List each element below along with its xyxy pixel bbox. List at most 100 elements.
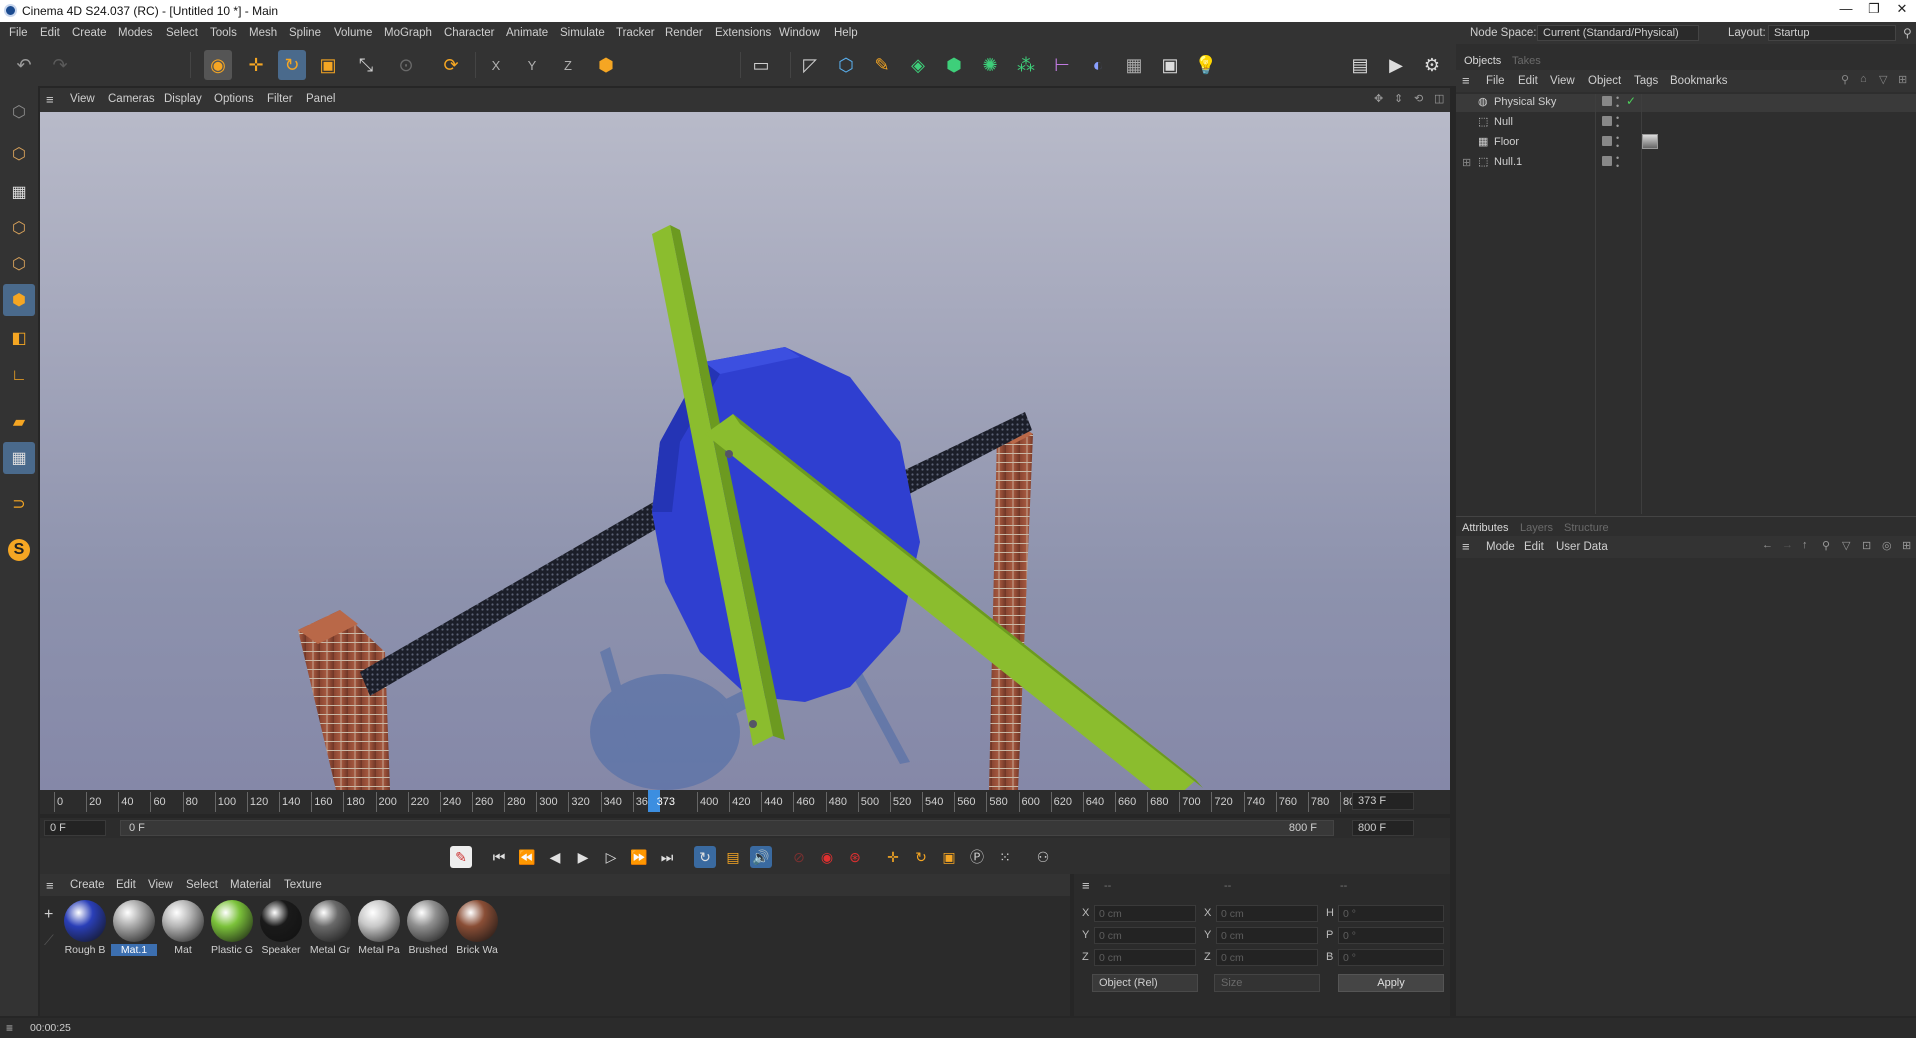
material-tag-icon[interactable] <box>1642 134 1658 149</box>
enabled-check-icon[interactable]: ✓ <box>1626 94 1636 108</box>
object-menu-view[interactable]: View <box>1550 75 1575 87</box>
pen-icon[interactable]: ✎ <box>868 50 896 80</box>
visibility-dots-icon[interactable]: • • <box>1616 134 1619 151</box>
spline-pen-icon[interactable]: ◸ <box>796 50 824 80</box>
motion-system-icon[interactable]: ⚇ <box>1032 846 1054 868</box>
move-tool-icon[interactable]: ✛ <box>242 50 270 80</box>
object-menu-object[interactable]: Object <box>1588 75 1621 87</box>
menu-tracker[interactable]: Tracker <box>616 27 655 39</box>
layout-select[interactable]: Startup <box>1768 25 1896 41</box>
object-row[interactable]: ⬚ Null • • <box>1478 114 1908 132</box>
viewport-menu-filter[interactable]: Filter <box>267 93 293 105</box>
attributes-menu-user-data[interactable]: User Data <box>1556 541 1608 553</box>
cloner-icon[interactable]: ✺ <box>976 50 1004 80</box>
uv-mode-icon[interactable]: ◧ <box>3 322 35 354</box>
scale-tool-icon[interactable]: ▣ <box>314 50 342 80</box>
object-search-icon[interactable]: ⚲ <box>1841 73 1849 86</box>
menu-tools[interactable]: Tools <box>210 27 237 39</box>
attributes-menu-mode[interactable]: Mode <box>1486 541 1515 553</box>
pan-icon[interactable]: ✥ <box>1374 92 1383 105</box>
layer-edit-icon[interactable] <box>1602 156 1612 166</box>
object-name[interactable]: Null.1 <box>1494 156 1522 168</box>
menu-volume[interactable]: Volume <box>334 27 372 39</box>
render-settings-icon[interactable]: ⚙ <box>1418 50 1446 80</box>
menu-extensions[interactable]: Extensions <box>715 27 771 39</box>
object-row[interactable]: ⊞ ⬚ Null.1 • • <box>1462 154 1908 172</box>
object-home-icon[interactable]: ⌂ <box>1860 73 1867 85</box>
tab-layers[interactable]: Layers <box>1520 522 1553 534</box>
play-icon[interactable]: ▶ <box>572 846 594 868</box>
previous-key-icon[interactable]: ⏪ <box>516 846 538 868</box>
start-frame-field[interactable]: 0 F <box>44 820 106 836</box>
attributes-new-window-icon[interactable]: ⊞ <box>1902 539 1911 552</box>
range-slider[interactable]: 0 F 800 F <box>120 820 1334 836</box>
next-frame-icon[interactable]: ▷ <box>600 846 622 868</box>
menu-create[interactable]: Create <box>72 27 107 39</box>
material-menu-material[interactable]: Material <box>230 879 271 891</box>
material-swatch[interactable]: Speaker <box>258 900 304 956</box>
layer-edit-icon[interactable] <box>1602 136 1612 146</box>
rot-h-field[interactable]: 0 ° <box>1338 905 1444 922</box>
material-swatch[interactable]: Metal Pa <box>356 900 402 956</box>
field-icon[interactable]: ◐ <box>1084 50 1112 80</box>
menu-edit[interactable]: Edit <box>40 27 60 39</box>
place-tool-icon[interactable]: ⊙ <box>392 50 420 80</box>
attributes-hamburger-icon[interactable]: ≡ <box>1462 539 1470 554</box>
attributes-menu-edit[interactable]: Edit <box>1524 541 1544 553</box>
key-position-icon[interactable]: ✛ <box>882 846 904 868</box>
coordinate-mode-select[interactable]: Object (Rel) <box>1092 974 1198 992</box>
material-swatch[interactable]: Plastic G <box>209 900 255 956</box>
key-param-icon[interactable]: Ⓟ <box>966 846 988 868</box>
magnet-snap-icon[interactable]: ⊃ <box>3 488 35 520</box>
object-filter-icon[interactable]: ▽ <box>1879 73 1887 86</box>
pos-x-field[interactable]: 0 cm <box>1094 905 1196 922</box>
menu-mesh[interactable]: Mesh <box>249 27 277 39</box>
rotate-tool-icon[interactable]: ↻ <box>278 50 306 80</box>
pos-z-field[interactable]: 0 cm <box>1094 949 1196 966</box>
size-y-field[interactable]: 0 cm <box>1216 927 1318 944</box>
menu-select[interactable]: Select <box>166 27 198 39</box>
object-row[interactable]: ◍ Physical Sky • • ✓ <box>1478 94 1908 112</box>
subdivision-icon[interactable]: ◈ <box>904 50 932 80</box>
dolly-icon[interactable]: ⇕ <box>1394 92 1403 105</box>
object-name[interactable]: Floor <box>1494 136 1519 148</box>
camera-icon[interactable]: ▣ <box>1156 50 1184 80</box>
script-icon[interactable]: S <box>3 534 35 566</box>
sound-icon[interactable]: 🔊 <box>750 846 772 868</box>
go-to-start-icon[interactable]: ⏮ <box>488 846 510 868</box>
make-editable-icon[interactable]: ⬡ <box>3 96 35 128</box>
maximize-icon[interactable]: ❐ <box>1864 1 1884 17</box>
object-name[interactable]: Null <box>1494 116 1513 128</box>
viewport-menu-panel[interactable]: Panel <box>306 93 335 105</box>
menu-window[interactable]: Window <box>779 27 820 39</box>
workplane-icon[interactable]: ▰ <box>3 406 35 438</box>
rot-p-field[interactable]: 0 ° <box>1338 927 1444 944</box>
material-menu-edit[interactable]: Edit <box>116 879 136 891</box>
z-axis-lock-icon[interactable]: Z <box>554 50 582 80</box>
material-swatch[interactable]: Mat <box>160 900 206 956</box>
tab-objects[interactable]: Objects <box>1464 55 1501 67</box>
add-material-icon[interactable]: + <box>44 906 53 924</box>
size-mode-select[interactable]: Size <box>1214 974 1320 992</box>
viewport-menu-display[interactable]: Display <box>164 93 202 105</box>
cube-icon[interactable]: ⬡ <box>832 50 860 80</box>
expand-icon[interactable]: ⊞ <box>1462 156 1471 169</box>
menu-character[interactable]: Character <box>444 27 495 39</box>
menu-help[interactable]: Help <box>834 27 858 39</box>
rot-b-field[interactable]: 0 ° <box>1338 949 1444 966</box>
object-menu-tags[interactable]: Tags <box>1634 75 1658 87</box>
3d-viewport[interactable] <box>40 112 1450 790</box>
menu-spline[interactable]: Spline <box>289 27 321 39</box>
menu-mograph[interactable]: MoGraph <box>384 27 432 39</box>
key-rotation-icon[interactable]: ↻ <box>910 846 932 868</box>
record-off-icon[interactable]: ⊘ <box>788 846 810 868</box>
material-tool-icon[interactable]: ⟋ <box>44 932 54 949</box>
floor-icon[interactable]: ▦ <box>1120 50 1148 80</box>
visibility-dots-icon[interactable]: • • <box>1616 154 1619 171</box>
pos-y-field[interactable]: 0 cm <box>1094 927 1196 944</box>
apply-button[interactable]: Apply <box>1338 974 1444 992</box>
attributes-search-icon[interactable]: ⚲ <box>1822 539 1830 552</box>
object-new-window-icon[interactable]: ⊞ <box>1898 73 1907 86</box>
visibility-dots-icon[interactable]: • • <box>1616 94 1619 111</box>
back-arrow-icon[interactable]: ← <box>1762 539 1773 551</box>
